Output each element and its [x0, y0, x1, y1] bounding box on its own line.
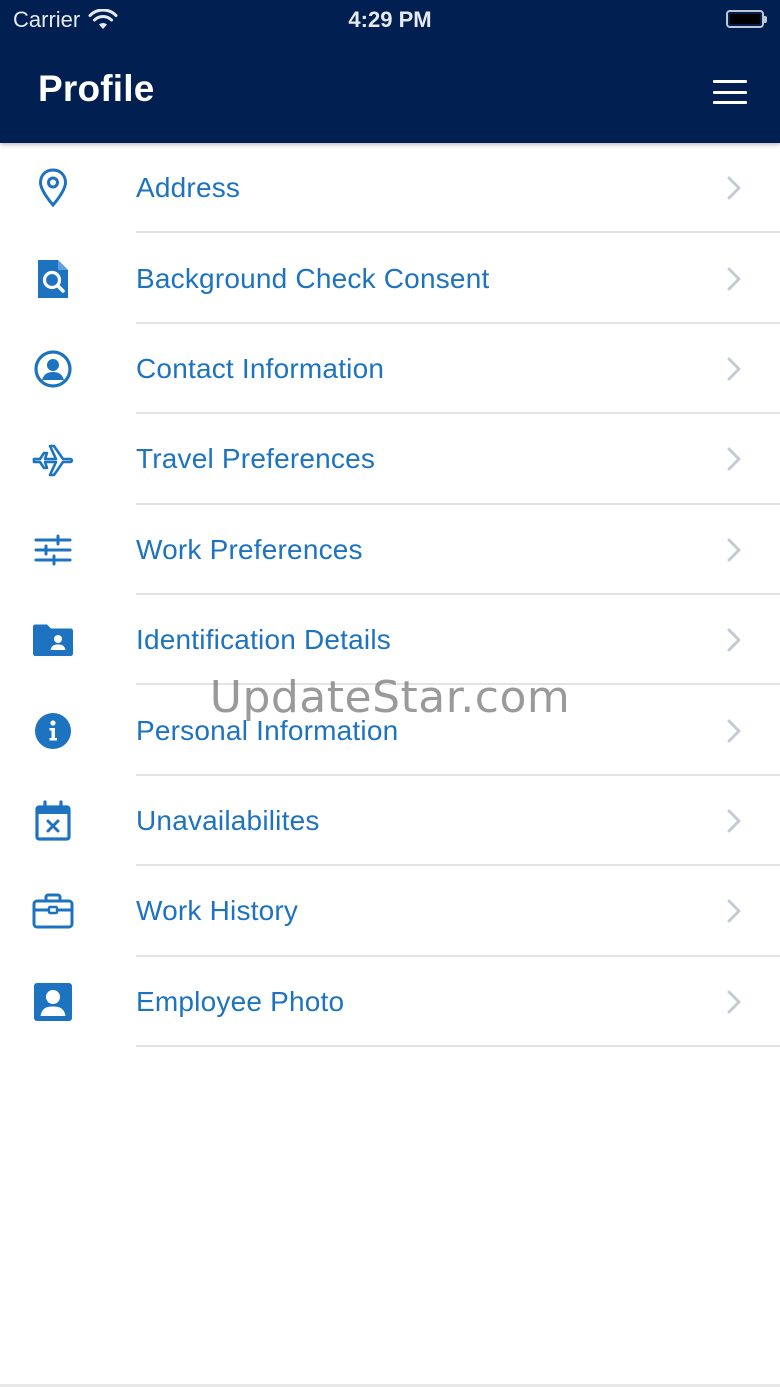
list-item-work-history[interactable]: Work History: [0, 866, 780, 957]
list-item-label: Address: [136, 172, 241, 204]
airplane-icon: [28, 434, 78, 484]
list-item-address[interactable]: Address: [0, 143, 780, 234]
page-title: Profile: [38, 68, 155, 109]
list-item-background-check[interactable]: Background Check Consent: [0, 233, 780, 324]
chevron-right-icon: [727, 267, 741, 291]
watermark-text: UpdateStar.com: [209, 672, 571, 723]
id-photo-icon: [28, 977, 78, 1027]
list-item-label: Employee Photo: [136, 985, 345, 1017]
chevron-right-icon: [727, 990, 741, 1014]
row-divider: [136, 1044, 780, 1047]
app-screen: Carrier 4:29 PM Profile Address Backgrou…: [0, 0, 780, 1387]
list-item-label: Identification Details: [136, 624, 391, 656]
list-item-work-preferences[interactable]: Work Preferences: [0, 505, 780, 595]
user-circle-icon: [28, 344, 78, 394]
location-pin-icon: [28, 163, 78, 213]
chevron-right-icon: [727, 899, 741, 923]
list-item-label: Work History: [136, 895, 299, 927]
top-bar: Carrier 4:29 PM Profile: [0, 0, 780, 143]
list-item-contact-information[interactable]: Contact Information: [0, 324, 780, 415]
chevron-right-icon: [727, 809, 741, 833]
list-item-label: Work Preferences: [136, 533, 363, 565]
list-item-employee-photo[interactable]: Employee Photo: [0, 957, 780, 1047]
sliders-icon: [28, 525, 78, 575]
chevron-right-icon: [727, 176, 741, 200]
calendar-x-icon: [28, 796, 78, 846]
briefcase-icon: [28, 886, 78, 936]
list-item-label: Travel Preferences: [136, 443, 376, 475]
list-item-unavailabilites[interactable]: Unavailabilites: [0, 776, 780, 867]
folder-user-icon: [28, 615, 78, 665]
chevron-right-icon: [727, 357, 741, 381]
chevron-right-icon: [727, 538, 741, 562]
document-search-icon: [28, 254, 78, 304]
status-time: 4:29 PM: [348, 7, 432, 32]
hamburger-icon[interactable]: [710, 76, 750, 108]
status-bar: Carrier 4:29 PM: [0, 0, 780, 40]
list-item-label: Contact Information: [136, 352, 385, 384]
chevron-right-icon: [727, 628, 741, 652]
battery-icon: [726, 10, 767, 28]
list-item-label: Unavailabilites: [136, 804, 320, 836]
chevron-right-icon: [727, 447, 741, 471]
list-item-travel-preferences[interactable]: Travel Preferences: [0, 414, 780, 505]
profile-menu-list: Address Background Check Consent Contact…: [0, 143, 780, 1047]
list-item-label: Background Check Consent: [136, 262, 490, 294]
